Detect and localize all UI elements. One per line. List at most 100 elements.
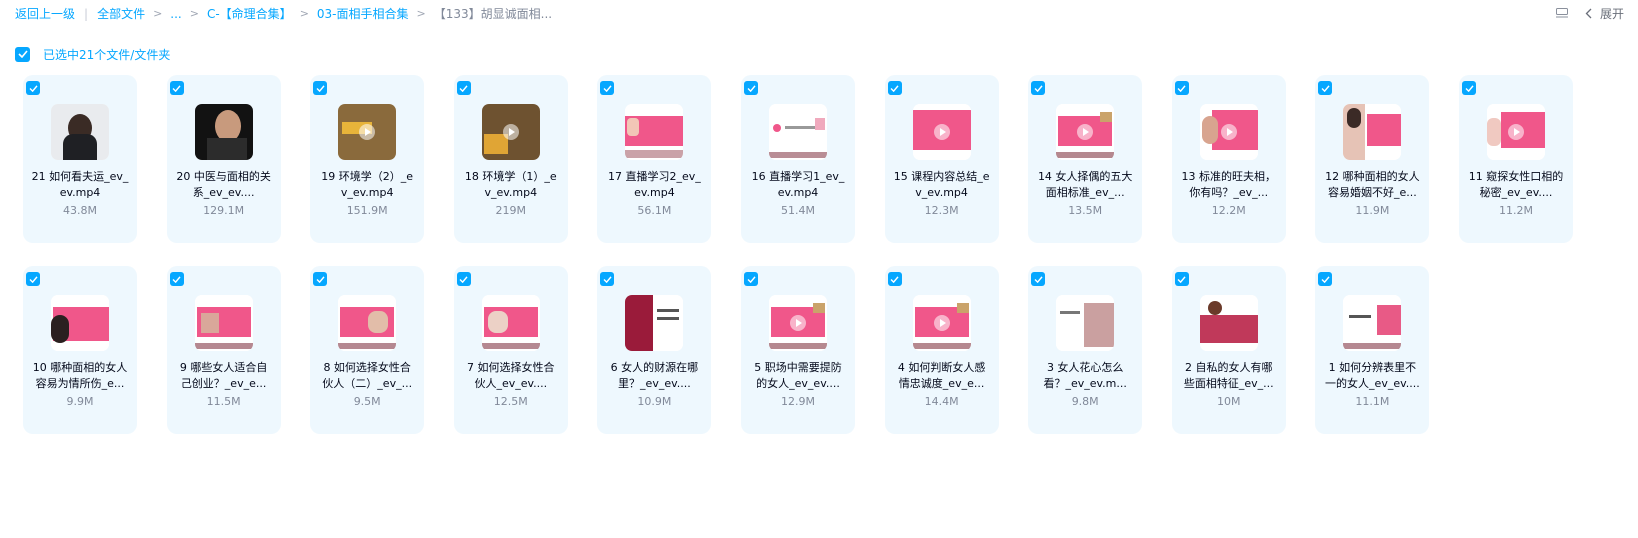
file-checkbox[interactable] [313, 81, 328, 95]
file-checkbox[interactable] [169, 272, 184, 286]
file-name[interactable]: 1 如何分辨表里不一的女人_ev_ev.... [1323, 360, 1421, 392]
video-thumbnail[interactable] [625, 295, 684, 351]
file-checkbox[interactable] [744, 272, 758, 286]
file-name[interactable]: 17 直播学习2_ev_ev.mp4 [605, 169, 703, 201]
video-thumbnail[interactable] [1199, 295, 1258, 351]
file-checkbox[interactable] [26, 81, 40, 95]
file-card[interactable]: 14 女人择偶的五大面相标准_ev_... 13.5M [1028, 75, 1143, 243]
file-card[interactable]: 13 标准的旺夫相，你有吗？_ev_... 12.2M [1171, 75, 1286, 243]
file-name[interactable]: 3 女人花心怎么看？_ev_ev.m... [1036, 360, 1134, 392]
video-thumbnail[interactable] [1199, 104, 1258, 160]
video-thumbnail[interactable] [1056, 104, 1115, 160]
file-size: 11.2M [1499, 204, 1533, 217]
file-card[interactable]: 8 如何选择女性合伙人（二）_ev_... 9.5M [310, 266, 425, 434]
file-name[interactable]: 7 如何选择女性合伙人_ev_ev.... [462, 360, 560, 392]
file-checkbox[interactable] [1318, 81, 1333, 95]
file-card[interactable]: 18 环境学（1）_ev_ev.mp4 219M [453, 75, 568, 243]
file-card[interactable]: 1 如何分辨表里不一的女人_ev_ev.... 11.1M [1315, 266, 1430, 434]
file-checkbox[interactable] [1462, 81, 1476, 95]
file-name[interactable]: 19 环境学（2）_ev_ev.mp4 [318, 169, 416, 201]
file-size: 12.2M [1211, 204, 1246, 217]
chevron-right-icon: > [153, 7, 163, 20]
file-checkbox[interactable] [456, 81, 471, 95]
file-name[interactable]: 16 直播学习1_ev_ev.mp4 [749, 169, 847, 201]
file-size: 151.9M [346, 204, 388, 217]
file-card[interactable]: 17 直播学习2_ev_ev.mp4 56.1M [597, 75, 712, 243]
video-thumbnail[interactable] [1343, 295, 1402, 351]
chevron-left-icon[interactable] [1585, 8, 1592, 19]
breadcrumb-item-current: 【133】胡显诚面相... [433, 7, 553, 21]
file-checkbox[interactable] [600, 272, 615, 286]
file-checkbox[interactable] [887, 272, 902, 286]
back-link[interactable]: 返回上一级 [15, 5, 75, 22]
file-card[interactable]: 21 如何看夫运_ev_ev.mp4 43.8M [23, 75, 137, 243]
breadcrumb-item-ellipsis[interactable]: ... [170, 7, 181, 21]
file-card[interactable]: 10 哪种面相的女人容易为情所伤_e... 9.9M [23, 266, 137, 434]
file-name[interactable]: 9 哪些女人适合自己创业？_ev_e... [175, 360, 273, 392]
file-name[interactable]: 12 哪种面相的女人容易婚姻不好_e... [1323, 169, 1421, 201]
file-name[interactable]: 15 课程内容总结_ev_ev.mp4 [893, 169, 991, 201]
video-thumbnail[interactable] [481, 104, 540, 160]
video-thumbnail[interactable] [51, 295, 109, 351]
file-name[interactable]: 10 哪种面相的女人容易为情所伤_e... [31, 360, 129, 392]
file-size: 51.4M [781, 204, 815, 217]
file-name[interactable]: 6 女人的财源在哪里？_ev_ev.... [605, 360, 703, 392]
file-card[interactable]: 5 职场中需要提防的女人_ev_ev.... 12.9M [741, 266, 855, 434]
file-checkbox[interactable] [887, 81, 902, 95]
video-thumbnail[interactable] [769, 295, 827, 351]
file-name[interactable]: 11 窥探女性口相的秘密_ev_ev.... [1467, 169, 1565, 201]
file-card[interactable]: 19 环境学（2）_ev_ev.mp4 151.9M [310, 75, 425, 243]
file-card[interactable]: 11 窥探女性口相的秘密_ev_ev.... 11.2M [1459, 75, 1573, 243]
file-card[interactable]: 4 如何判断女人感情忠诚度_ev_e... 14.4M [884, 266, 999, 434]
file-card[interactable]: 2 自私的女人有哪些面相特征_ev_... 10M [1171, 266, 1286, 434]
file-card[interactable]: 3 女人花心怎么看？_ev_ev.m... 9.8M [1028, 266, 1143, 434]
file-card[interactable]: 15 课程内容总结_ev_ev.mp4 12.3M [884, 75, 999, 243]
file-card[interactable]: 6 女人的财源在哪里？_ev_ev.... 10.9M [597, 266, 712, 434]
file-name[interactable]: 21 如何看夫运_ev_ev.mp4 [31, 169, 129, 201]
file-checkbox[interactable] [313, 272, 328, 286]
video-thumbnail[interactable] [912, 104, 971, 160]
breadcrumb-item-all-files[interactable]: 全部文件 [97, 5, 145, 22]
video-thumbnail[interactable] [51, 104, 109, 160]
breadcrumb-item-mingli[interactable]: C-【命理合集】 [207, 5, 292, 22]
video-thumbnail[interactable] [912, 295, 971, 351]
file-checkbox[interactable] [26, 272, 40, 286]
video-thumbnail[interactable] [194, 295, 253, 351]
file-checkbox[interactable] [1174, 81, 1189, 95]
file-card[interactable]: 16 直播学习1_ev_ev.mp4 51.4M [741, 75, 855, 243]
video-thumbnail[interactable] [1056, 295, 1115, 351]
file-name[interactable]: 18 环境学（1）_ev_ev.mp4 [462, 169, 560, 201]
video-thumbnail[interactable] [194, 104, 253, 160]
list-view-icon[interactable] [1555, 7, 1569, 21]
file-checkbox[interactable] [456, 272, 471, 286]
file-card[interactable]: 20 中医与面相的关系_ev_ev.... 129.1M [166, 75, 281, 243]
expand-button[interactable]: 展开 [1600, 5, 1624, 22]
file-card[interactable]: 9 哪些女人适合自己创业？_ev_e... 11.5M [166, 266, 281, 434]
file-checkbox[interactable] [1174, 272, 1189, 286]
video-thumbnail[interactable] [625, 104, 684, 160]
file-checkbox[interactable] [1031, 272, 1046, 286]
video-thumbnail[interactable] [1487, 104, 1545, 160]
file-name[interactable]: 5 职场中需要提防的女人_ev_ev.... [749, 360, 847, 392]
file-checkbox[interactable] [169, 81, 184, 95]
file-name[interactable]: 2 自私的女人有哪些面相特征_ev_... [1180, 360, 1278, 392]
file-checkbox[interactable] [1031, 81, 1046, 95]
video-thumbnail[interactable] [1343, 104, 1402, 160]
video-thumbnail[interactable] [338, 104, 397, 160]
file-card[interactable]: 12 哪种面相的女人容易婚姻不好_e... 11.9M [1315, 75, 1430, 243]
file-checkbox[interactable] [600, 81, 615, 95]
file-name[interactable]: 4 如何判断女人感情忠诚度_ev_e... [893, 360, 991, 392]
file-checkbox[interactable] [744, 81, 758, 95]
breadcrumb-item-mianxiang[interactable]: 03-面相手相合集 [317, 5, 409, 22]
video-thumbnail[interactable] [769, 104, 827, 160]
file-name[interactable]: 8 如何选择女性合伙人（二）_ev_... [318, 360, 416, 392]
file-card[interactable]: 7 如何选择女性合伙人_ev_ev.... 12.5M [453, 266, 568, 434]
file-checkbox[interactable] [1318, 272, 1333, 286]
video-thumbnail[interactable] [481, 295, 540, 351]
file-name[interactable]: 14 女人择偶的五大面相标准_ev_... [1036, 169, 1134, 201]
file-name[interactable]: 20 中医与面相的关系_ev_ev.... [175, 169, 273, 201]
video-thumbnail[interactable] [338, 295, 397, 351]
file-name[interactable]: 13 标准的旺夫相，你有吗？_ev_... [1180, 169, 1278, 201]
file-size: 9.9M [66, 395, 94, 408]
select-all-checkbox[interactable] [15, 46, 30, 62]
